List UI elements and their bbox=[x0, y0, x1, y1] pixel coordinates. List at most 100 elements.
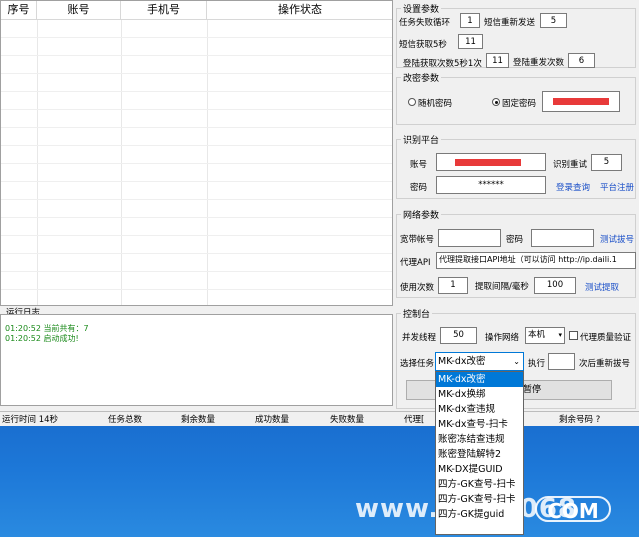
execute-label: 执行 bbox=[528, 359, 546, 369]
row-divider bbox=[1, 73, 392, 74]
row-divider bbox=[1, 235, 392, 236]
broadband-input[interactable] bbox=[438, 229, 501, 247]
network-mode-select[interactable]: 本机 ▾ bbox=[525, 327, 565, 344]
chevron-down-icon[interactable]: ⌄ bbox=[513, 353, 520, 370]
password-title: 改密参数 bbox=[401, 71, 442, 84]
network-mode-label: 操作网络 bbox=[485, 333, 520, 343]
platform-password-label: 密码 bbox=[410, 183, 428, 193]
column-header-status[interactable]: 操作状态 bbox=[207, 1, 393, 19]
watermark-com: COM bbox=[535, 496, 611, 523]
status-proxy: 代理[ bbox=[404, 415, 425, 425]
header-divider bbox=[1, 19, 392, 20]
broadband-password-label: 密码 bbox=[506, 235, 524, 245]
platform-register-link[interactable]: 平台注册 bbox=[600, 181, 634, 193]
redial-label: 次后重新拔号 bbox=[579, 359, 631, 369]
row-divider bbox=[1, 271, 392, 272]
random-password-radio[interactable] bbox=[408, 98, 416, 106]
dropdown-option[interactable]: 账密登陆解特2 bbox=[436, 447, 523, 462]
dropdown-option[interactable]: 四方-GK查号-扫卡 bbox=[436, 477, 523, 492]
dropdown-option[interactable]: MK-dx换绑 bbox=[436, 387, 523, 402]
row-divider bbox=[1, 181, 392, 182]
platform-account-input[interactable] bbox=[436, 153, 546, 171]
proxy-verify-label[interactable]: 代理质量验证 bbox=[580, 331, 631, 343]
dropdown-option[interactable]: MK-dx改密 bbox=[436, 372, 523, 387]
retry-input[interactable]: 5 bbox=[591, 154, 622, 171]
platform-title: 识别平台 bbox=[401, 133, 442, 146]
row-divider bbox=[1, 91, 392, 92]
threads-label: 并发线程 bbox=[402, 333, 437, 343]
task-fail-loop-input[interactable]: 1 bbox=[460, 13, 480, 28]
sms-fetch-label: 短信获取5秒 bbox=[399, 40, 447, 50]
dropdown-option[interactable]: MK-dx查违规 bbox=[436, 402, 523, 417]
retry-label: 识别重试 bbox=[553, 160, 588, 170]
interval-label: 提取间隔/毫秒 bbox=[475, 282, 529, 292]
chevron-down-icon[interactable]: ▾ bbox=[558, 328, 562, 342]
fixed-password-label[interactable]: 固定密码 bbox=[502, 97, 536, 109]
status-fail: 失败数量 bbox=[330, 415, 365, 425]
fixed-password-input[interactable] bbox=[542, 91, 620, 112]
network-mode-value: 本机 bbox=[528, 330, 546, 340]
dropdown-option[interactable]: 账密冻结查违规 bbox=[436, 432, 523, 447]
threads-input[interactable]: 50 bbox=[440, 327, 477, 344]
row-divider bbox=[1, 37, 392, 38]
proxy-api-input[interactable]: 代理提取接口API地址（可以访问 http://ip.daili.1 bbox=[436, 252, 636, 269]
redacted-mark bbox=[553, 98, 609, 105]
task-select[interactable]: MK-dx改密 ⌄ bbox=[435, 352, 524, 371]
platform-account-label: 账号 bbox=[410, 160, 428, 170]
dropdown-option[interactable]: 四方-GK提guid bbox=[436, 507, 523, 522]
login-resend-input[interactable]: 6 bbox=[568, 53, 595, 68]
column-header-phone[interactable]: 手机号 bbox=[121, 1, 207, 19]
status-bar: 运行时间 14秒 任务总数 剩余数量 成功数量 失败数量 代理[ 剩余号码 ? bbox=[0, 411, 639, 426]
execute-count-input[interactable] bbox=[548, 353, 575, 370]
status-remaining-codes: 剩余号码 ? bbox=[559, 415, 601, 425]
log-box[interactable]: 01:20:52 当前共有：7 01:20:52 启动成功! bbox=[0, 314, 393, 406]
task-dropdown-list[interactable]: MK-dx改密 MK-dx换绑 MK-dx查违规 MK-dx查号-扫卡 账密冻结… bbox=[435, 371, 524, 535]
login-fetch-input[interactable]: 11 bbox=[486, 53, 509, 68]
row-divider bbox=[1, 145, 392, 146]
sms-fetch-input[interactable]: 11 bbox=[458, 34, 483, 49]
redacted-mark bbox=[455, 159, 521, 166]
pause-label: 暂停 bbox=[523, 385, 542, 395]
column-header-account[interactable]: 账号 bbox=[37, 1, 121, 19]
row-divider bbox=[1, 127, 392, 128]
task-fail-loop-label: 任务失败循环 bbox=[399, 18, 451, 28]
use-count-input[interactable]: 1 bbox=[438, 277, 468, 294]
login-query-link[interactable]: 登录查询 bbox=[556, 181, 590, 193]
broadband-password-input[interactable] bbox=[531, 229, 594, 247]
dropdown-option[interactable]: 四方-GK查号-扫卡 bbox=[436, 492, 523, 507]
broadband-label: 宽带帐号 bbox=[400, 235, 435, 245]
status-total: 任务总数 bbox=[108, 415, 143, 425]
dropdown-option[interactable]: MK-dx查号-扫卡 bbox=[436, 417, 523, 432]
fixed-password-radio[interactable] bbox=[492, 98, 500, 106]
random-password-label[interactable]: 随机密码 bbox=[418, 97, 452, 109]
task-select-label: 选择任务 bbox=[400, 359, 435, 369]
sms-resend-input[interactable]: 5 bbox=[540, 13, 567, 28]
log-line: 01:20:52 启动成功! bbox=[5, 334, 79, 343]
row-divider bbox=[1, 163, 392, 164]
network-title: 网络参数 bbox=[401, 208, 442, 221]
column-divider bbox=[207, 19, 208, 305]
login-resend-label: 登陆重发次数 bbox=[513, 58, 565, 68]
row-divider bbox=[1, 55, 392, 56]
test-fetch-link[interactable]: 测试提取 bbox=[585, 281, 619, 293]
interval-input[interactable]: 100 bbox=[534, 277, 576, 294]
proxy-verify-checkbox[interactable] bbox=[569, 331, 578, 340]
row-divider bbox=[1, 109, 392, 110]
row-divider bbox=[1, 289, 392, 290]
test-dial-link[interactable]: 测试拔号 bbox=[600, 233, 634, 245]
column-header-index[interactable]: 序号 bbox=[1, 1, 37, 19]
dropdown-option[interactable]: MK-DX提GUID bbox=[436, 462, 523, 477]
row-divider bbox=[1, 217, 392, 218]
row-divider bbox=[1, 253, 392, 254]
platform-password-input[interactable]: ****** bbox=[436, 176, 546, 194]
task-select-value: MK-dx改密 bbox=[438, 356, 486, 367]
console-title: 控制台 bbox=[401, 307, 433, 320]
column-divider bbox=[37, 19, 38, 305]
status-success: 成功数量 bbox=[255, 415, 290, 425]
account-table[interactable]: 序号 账号 手机号 操作状态 bbox=[0, 0, 393, 306]
desktop-background: www.LXH6068 COM bbox=[0, 426, 639, 537]
status-runtime: 运行时间 14秒 bbox=[2, 415, 59, 425]
settings-title: 设置参数 bbox=[401, 2, 442, 15]
login-fetch-label: 登陆获取次数5秒1次 bbox=[403, 59, 482, 69]
row-divider bbox=[1, 199, 392, 200]
